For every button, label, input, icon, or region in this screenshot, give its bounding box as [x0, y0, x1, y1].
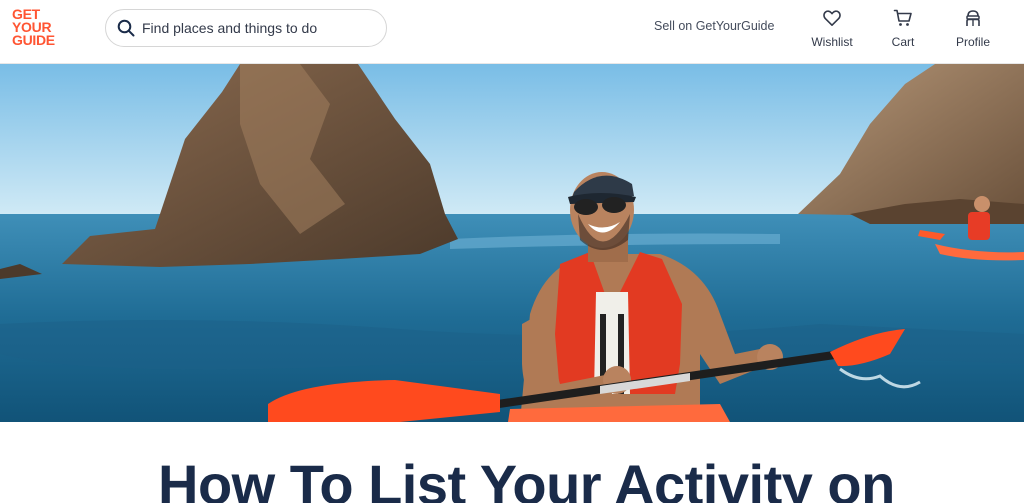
wishlist-label: Wishlist [811, 35, 853, 49]
cart-label: Cart [891, 35, 915, 49]
cart-button[interactable]: Cart [873, 8, 933, 54]
hero-image [0, 64, 1024, 422]
profile-label: Profile [955, 35, 990, 49]
profile-button[interactable]: Profile [943, 8, 1003, 54]
search-icon [117, 19, 135, 37]
heart-icon [823, 10, 841, 26]
search-bar[interactable] [105, 9, 387, 47]
page-title: How To List Your Activity on [158, 453, 895, 503]
hero-photo-illustration [0, 64, 1024, 422]
profile-icon [966, 10, 980, 26]
sell-on-getyourguide-link[interactable]: Sell on GetYourGuide [654, 19, 774, 33]
top-header: GET YOUR GUIDE Sell on GetYourGuide Wish… [0, 0, 1024, 64]
search-input[interactable] [142, 16, 378, 40]
logo-line-3: GUIDE [12, 32, 55, 48]
cart-icon [893, 9, 912, 26]
getyourguide-logo[interactable]: GET YOUR GUIDE [12, 7, 66, 50]
wishlist-button[interactable]: Wishlist [802, 8, 862, 54]
